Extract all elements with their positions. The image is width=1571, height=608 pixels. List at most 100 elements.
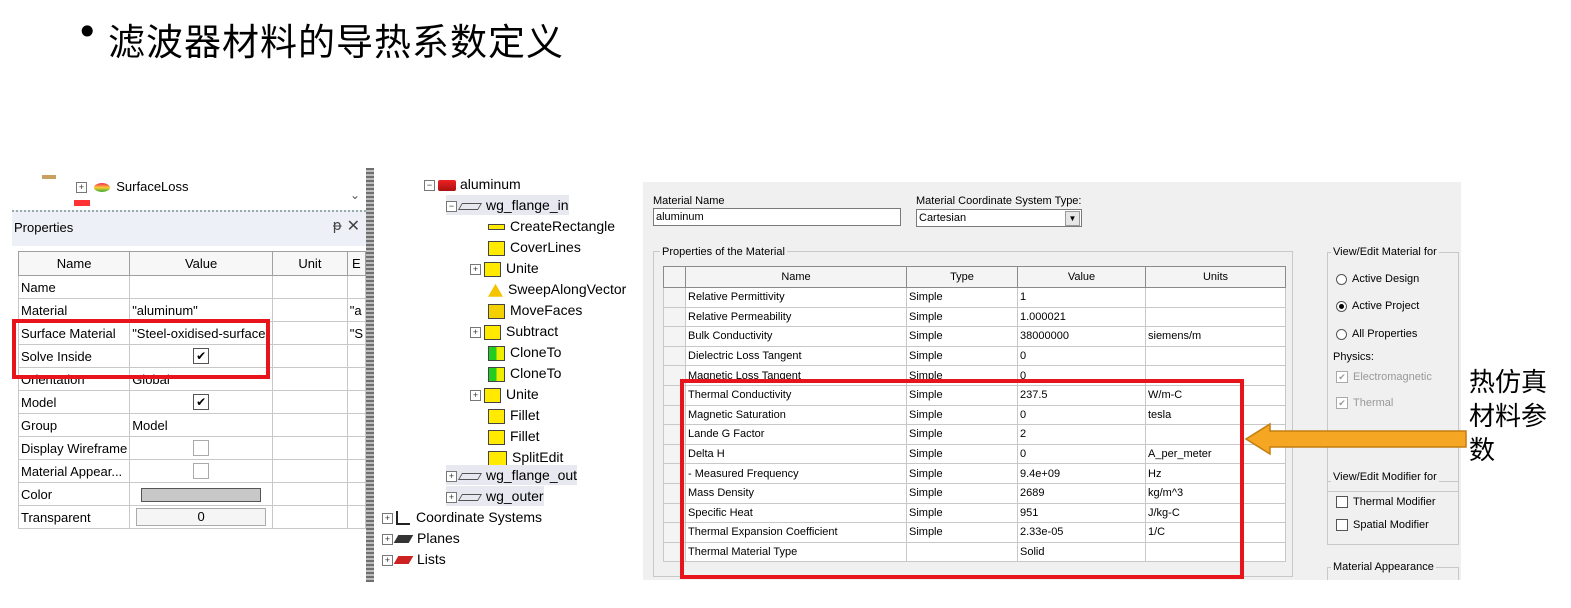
property-value-cell[interactable]: 38000000: [1017, 326, 1146, 347]
tree-node-wg-flange-in[interactable]: − wg_flange_in: [446, 195, 569, 215]
column-header-unit[interactable]: Unit: [272, 251, 348, 276]
radio-button[interactable]: [1336, 273, 1347, 285]
tree-node-op[interactable]: + Unite: [470, 258, 539, 278]
tree-node-op[interactable]: Fillet: [488, 426, 540, 446]
tree-node-op[interactable]: + Subtract: [470, 321, 558, 341]
property-row-color[interactable]: Color: [17, 482, 366, 506]
property-row-display-wireframe[interactable]: Display Wireframe: [17, 436, 366, 460]
expand-icon[interactable]: +: [470, 263, 481, 275]
checkbox[interactable]: [1336, 519, 1348, 532]
property-row-material-appearance[interactable]: Material Appear...: [17, 459, 366, 483]
plane-icon: [393, 535, 414, 544]
material-property-row[interactable]: Relative Permittivity Simple 1: [663, 287, 1286, 308]
coordinate-type-select[interactable]: Cartesian ▼: [916, 209, 1082, 227]
tree-node-op[interactable]: CloneTo: [488, 342, 561, 362]
expand-icon[interactable]: +: [76, 182, 87, 194]
move-faces-icon: [488, 303, 505, 319]
column-header-name[interactable]: Name: [685, 266, 907, 288]
collapse-icon[interactable]: −: [424, 179, 435, 191]
tree-node-label: wg_flange_out: [486, 467, 578, 483]
tree-node-wg-outer[interactable]: + wg_outer: [446, 486, 544, 506]
property-value-cell[interactable]: 1: [1017, 287, 1146, 308]
tree-node-op[interactable]: Fillet: [488, 405, 540, 425]
property-name-cell: Relative Permittivity: [685, 287, 907, 308]
radio-button[interactable]: [1336, 328, 1347, 340]
property-name: Name: [17, 275, 131, 299]
tree-node-op[interactable]: CoverLines: [488, 237, 581, 257]
tree-node-label: Fillet: [510, 428, 540, 444]
pin-icon[interactable]: ᵽ: [333, 218, 342, 234]
scroll-down-icon[interactable]: ⌄: [350, 188, 360, 202]
tree-node-op[interactable]: CreateRectangle: [488, 216, 615, 236]
property-row-group[interactable]: Group Model: [17, 413, 366, 437]
property-extra: "a: [346, 298, 366, 322]
column-header-value[interactable]: Value: [1017, 266, 1146, 288]
tree-node-planes[interactable]: + Planes: [382, 528, 460, 548]
checkbox-label: Thermal: [1353, 397, 1394, 409]
radio-active-project[interactable]: Active Project: [1336, 300, 1419, 312]
tree-node-op[interactable]: MoveFaces: [488, 300, 582, 320]
expand-icon[interactable]: +: [446, 491, 457, 503]
row-header[interactable]: [663, 287, 686, 308]
tree-node-op[interactable]: CloneTo: [488, 363, 561, 383]
split-edit-icon: [488, 450, 507, 466]
column-header-e[interactable]: E: [346, 251, 366, 276]
tree-item-surfaceloss[interactable]: + SurfaceLoss: [76, 179, 189, 194]
property-extra: [346, 482, 366, 506]
column-header-value[interactable]: Value: [129, 251, 274, 276]
property-value-cell[interactable]: 1.000021: [1017, 306, 1146, 328]
checkbox[interactable]: [1336, 496, 1348, 509]
expand-icon[interactable]: +: [470, 389, 481, 401]
collapse-icon[interactable]: −: [446, 200, 457, 212]
expand-icon[interactable]: +: [382, 533, 393, 545]
radio-active-design[interactable]: Active Design: [1336, 273, 1419, 285]
row-header[interactable]: [663, 306, 686, 328]
property-row-name[interactable]: Name: [17, 275, 366, 299]
property-value[interactable]: Model: [129, 413, 274, 437]
tree-node-coordinate-systems[interactable]: + Coordinate Systems: [382, 507, 542, 527]
close-icon[interactable]: ✕: [347, 216, 360, 235]
thermal-modifier-checkbox[interactable]: Thermal Modifier: [1336, 496, 1436, 509]
tree-node-wg-flange-out[interactable]: + wg_flange_out: [446, 465, 578, 485]
property-name: Transparent: [17, 505, 131, 529]
property-row-model[interactable]: Model ✔: [17, 390, 366, 414]
tree-node-op[interactable]: SweepAlongVector: [488, 279, 626, 299]
display-wireframe-checkbox[interactable]: [193, 440, 210, 457]
material-name-input[interactable]: aluminum: [653, 208, 901, 226]
tree-node-aluminum[interactable]: − aluminum: [424, 174, 521, 194]
expand-icon[interactable]: +: [470, 326, 481, 338]
column-header-type[interactable]: Type: [906, 266, 1018, 288]
material-property-row[interactable]: Bulk Conductivity Simple 38000000 siemens/m: [663, 326, 1286, 347]
property-value[interactable]: [129, 275, 274, 299]
property-extra: [346, 390, 366, 414]
material-property-row[interactable]: Relative Permeability Simple 1.000021: [663, 306, 1286, 328]
slide-title: 滤波器材料的导热系数定义: [108, 21, 564, 64]
model-checkbox[interactable]: ✔: [193, 394, 210, 411]
transparency-slider[interactable]: 0: [136, 508, 267, 526]
row-header[interactable]: [663, 345, 686, 367]
material-appearance-checkbox[interactable]: [193, 463, 210, 480]
title-bullet: •: [76, 10, 99, 54]
property-unit: [272, 482, 348, 506]
property-row-transparent[interactable]: Transparent 0: [17, 505, 366, 529]
row-header[interactable]: [663, 326, 686, 347]
solid-icon: [457, 472, 483, 480]
chevron-down-icon[interactable]: ▼: [1065, 211, 1080, 226]
tree-node-lists[interactable]: + Lists: [382, 549, 446, 569]
expand-icon[interactable]: +: [446, 470, 457, 482]
tree-node-op[interactable]: + Unite: [470, 384, 539, 404]
column-header-units[interactable]: Units: [1145, 266, 1286, 288]
property-value-cell[interactable]: 0: [1017, 345, 1146, 367]
tree-node-label: Planes: [417, 530, 460, 546]
color-swatch[interactable]: [141, 487, 262, 502]
spatial-modifier-checkbox[interactable]: Spatial Modifier: [1336, 519, 1429, 532]
expand-icon[interactable]: +: [382, 512, 393, 524]
radio-button[interactable]: [1336, 300, 1347, 312]
tree-node-op[interactable]: SplitEdit: [488, 447, 563, 467]
radio-all-properties[interactable]: All Properties: [1336, 328, 1417, 340]
expand-icon[interactable]: +: [382, 554, 393, 566]
panel-splitter[interactable]: [366, 168, 374, 582]
tree-fragment-top: [42, 168, 56, 183]
column-header-name[interactable]: Name: [17, 251, 131, 276]
material-property-row[interactable]: Dielectric Loss Tangent Simple 0: [663, 345, 1286, 367]
